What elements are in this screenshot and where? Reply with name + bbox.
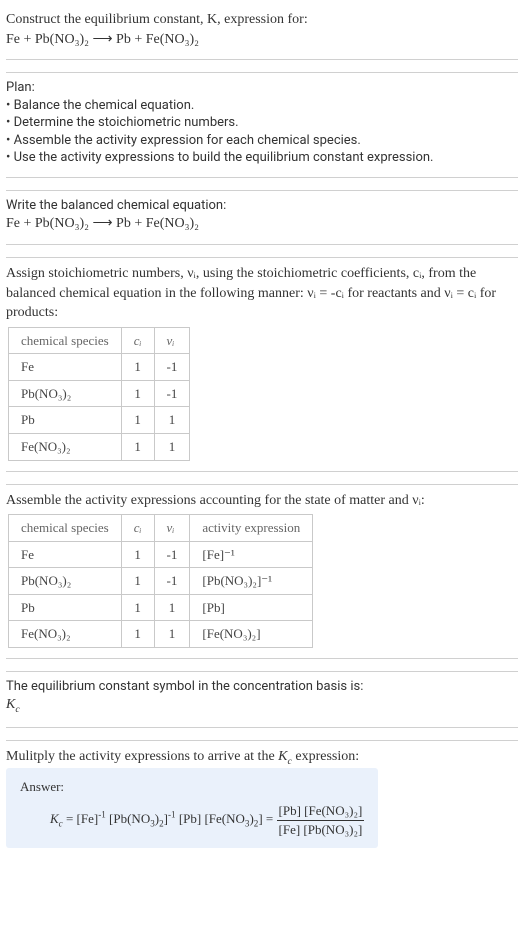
cell-ci: 1 <box>121 380 154 407</box>
cell-ci: 1 <box>121 434 154 461</box>
cell-nui: 1 <box>154 407 190 434</box>
plan-bullet-4: • Use the activity expressions to build … <box>6 149 518 167</box>
answer-expression: Kc = [Fe]-1 [Pb(NO3)2]-1 [Pb] [Fe(NO3)2]… <box>20 802 364 838</box>
balanced-heading: Write the balanced chemical equation: <box>6 197 518 215</box>
plan-bullet-1: • Balance the chemical equation. <box>6 97 518 115</box>
cell-ci: 1 <box>121 568 154 595</box>
cell-nui: -1 <box>154 354 190 381</box>
col-species: chemical species <box>9 515 122 542</box>
table-row: Fe(NO₃)₂ 1 1 [Fe(NO₃)₂] <box>9 621 313 648</box>
plan-bullet-2: • Determine the stoichiometric numbers. <box>6 114 518 132</box>
col-ci: cᵢ <box>121 327 154 354</box>
answer-label: Answer: <box>20 778 364 796</box>
table-row: Pb(NO₃)₂ 1 -1 [Pb(NO₃)₂]⁻¹ <box>9 568 313 595</box>
prompt-equation: Fe + Pb(NO₃)₂ ⟶ Pb + Fe(NO₃)₂ <box>6 30 518 50</box>
prompt-section: Construct the equilibrium constant, K, e… <box>6 4 518 60</box>
cell-nui: -1 <box>154 541 190 568</box>
nui-label: νᵢ <box>167 333 175 348</box>
col-species: chemical species <box>9 327 122 354</box>
plan-section: Plan: • Balance the chemical equation. •… <box>6 72 518 178</box>
cell-nui: 1 <box>154 621 190 648</box>
kc-symbol-section: The equilibrium constant symbol in the c… <box>6 671 518 728</box>
activity-section: Assemble the activity expressions accoun… <box>6 484 518 659</box>
answer-box: Answer: Kc = [Fe]-1 [Pb(NO3)2]-1 [Pb] [F… <box>6 768 378 848</box>
col-ci: cᵢ <box>121 515 154 542</box>
table-row: chemical species cᵢ νᵢ <box>9 327 190 354</box>
title-text: Construct the equilibrium constant, K, e… <box>6 12 308 27</box>
frac-denominator: [Fe] [Pb(NO₃)₂] <box>277 821 365 839</box>
cell-nui: -1 <box>154 380 190 407</box>
cell-ci: 1 <box>121 594 154 621</box>
plan-bullet-4-text: Use the activity expressions to build th… <box>14 150 434 165</box>
cell-species: Pb(NO₃)₂ <box>9 380 122 407</box>
ci-label: cᵢ <box>134 520 142 535</box>
cell-ci: 1 <box>121 354 154 381</box>
activity-table: chemical species cᵢ νᵢ activity expressi… <box>8 514 313 648</box>
col-nui: νᵢ <box>154 327 190 354</box>
cell-species: Fe(NO₃)₂ <box>9 434 122 461</box>
cell-species: Fe(NO₃)₂ <box>9 621 122 648</box>
answer-fraction: [Pb] [Fe(NO₃)₂] [Fe] [Pb(NO₃)₂] <box>277 802 365 838</box>
table-row: Fe(NO₃)₂ 1 1 <box>9 434 190 461</box>
table-row: Fe 1 -1 [Fe]⁻¹ <box>9 541 313 568</box>
kc-symbol-line2: Kc <box>6 697 20 712</box>
cell-ci: 1 <box>121 407 154 434</box>
table-row: Fe 1 -1 <box>9 354 190 381</box>
cell-nui: 1 <box>154 594 190 621</box>
col-nui: νᵢ <box>154 515 190 542</box>
cell-species: Fe <box>9 541 122 568</box>
plan-bullet-3: • Assemble the activity expression for e… <box>6 132 518 150</box>
cell-species: Pb <box>9 594 122 621</box>
table-row: Pb 1 1 [Pb] <box>9 594 313 621</box>
frac-numerator: [Pb] [Fe(NO₃)₂] <box>277 802 365 821</box>
cell-species: Pb <box>9 407 122 434</box>
stoich-text: Assign stoichiometric numbers, νᵢ, using… <box>6 264 518 323</box>
plan-bullet-1-text: Balance the chemical equation. <box>14 98 195 113</box>
stoich-table: chemical species cᵢ νᵢ Fe 1 -1 Pb(NO₃)₂ … <box>8 327 190 461</box>
cell-activity: [Pb(NO₃)₂]⁻¹ <box>190 568 313 595</box>
cell-ci: 1 <box>121 621 154 648</box>
table-row: chemical species cᵢ νᵢ activity expressi… <box>9 515 313 542</box>
balanced-section: Write the balanced chemical equation: Fe… <box>6 190 518 245</box>
plan-bullet-2-text: Determine the stoichiometric numbers. <box>14 115 239 130</box>
nui-label: νᵢ <box>167 520 175 535</box>
table-row: Pb 1 1 <box>9 407 190 434</box>
balanced-equation: Fe + Pb(NO₃)₂ ⟶ Pb + Fe(NO₃)₂ <box>6 214 518 234</box>
cell-activity: [Pb] <box>190 594 313 621</box>
multiply-section: Mulitply the activity expressions to arr… <box>6 740 518 858</box>
cell-ci: 1 <box>121 541 154 568</box>
cell-nui: 1 <box>154 434 190 461</box>
plan-heading: Plan: <box>6 79 518 97</box>
prompt-title: Construct the equilibrium constant, K, e… <box>6 10 518 30</box>
cell-activity: [Fe]⁻¹ <box>190 541 313 568</box>
table-row: Pb(NO₃)₂ 1 -1 <box>9 380 190 407</box>
cell-nui: -1 <box>154 568 190 595</box>
ci-label: cᵢ <box>134 333 142 348</box>
cell-species: Pb(NO₃)₂ <box>9 568 122 595</box>
col-activity: activity expression <box>190 515 313 542</box>
kc-symbol-line1: The equilibrium constant symbol in the c… <box>6 678 518 696</box>
activity-heading: Assemble the activity expressions accoun… <box>6 491 518 511</box>
stoich-section: Assign stoichiometric numbers, νᵢ, using… <box>6 257 518 472</box>
cell-species: Fe <box>9 354 122 381</box>
multiply-heading: Mulitply the activity expressions to arr… <box>6 747 518 769</box>
plan-bullet-3-text: Assemble the activity expression for eac… <box>14 133 361 148</box>
cell-activity: [Fe(NO₃)₂] <box>190 621 313 648</box>
